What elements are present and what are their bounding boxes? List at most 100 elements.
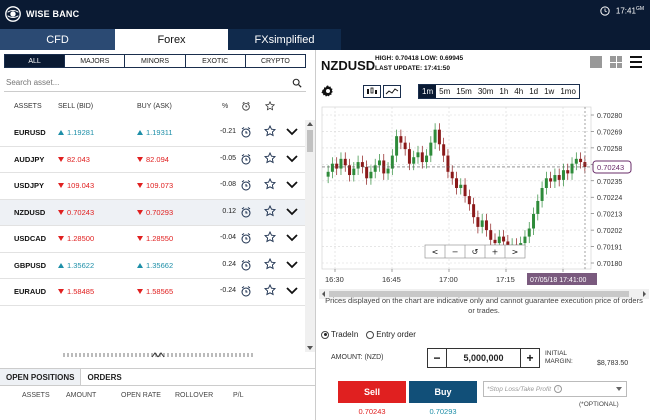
gear-icon[interactable] [321,84,335,98]
stop-loss-take-profit-select[interactable]: *Stop Loss/Take Profit i [483,381,627,397]
timeframe-1d[interactable]: 1d [526,85,541,98]
price-chart[interactable]: 0.702800.702690.702580.702470.702350.702… [319,105,649,301]
star-icon[interactable] [264,125,276,137]
alarm-clock-icon[interactable] [240,179,252,191]
chart-svg[interactable]: 0.702800.702690.702580.702470.702350.702… [319,105,649,301]
decrease-amount-button[interactable]: − [428,349,446,367]
tab-fxsimplified[interactable]: FXsimplified [228,29,341,50]
table-row[interactable]: USDJPY 109.043 109.073 -0.08 [0,173,305,200]
buy-price-cell[interactable]: 82.094 [137,155,169,164]
buy-price-cell[interactable]: 109.073 [137,181,173,190]
category-crypto[interactable]: CRYPTO [246,55,305,67]
sell-price-cell[interactable]: 0.70243 [58,208,94,217]
search-icon[interactable] [292,78,302,88]
candle-body [365,166,369,179]
sell-price-cell[interactable]: 1.35622 [58,261,94,270]
chevron-down-icon[interactable] [286,232,298,242]
candle-body [433,129,437,143]
star-icon[interactable] [264,284,276,296]
timeframe-1m[interactable]: 1m [419,85,437,98]
sell-button[interactable]: Sell [338,381,406,403]
timeframe-30m[interactable]: 30m [475,85,497,98]
timeframe-5m[interactable]: 5m [436,85,453,98]
zoom-out-button[interactable]: − [452,248,459,257]
x-tick-label: 16:30 [325,275,344,284]
amount-input[interactable]: 5,000,000 [446,349,521,367]
scroll-right-button[interactable]: > [512,248,519,257]
buy-price-cell[interactable]: 0.70293 [137,208,173,217]
alarm-clock-icon[interactable] [240,126,252,138]
alarm-clock-icon[interactable] [240,153,252,165]
alarm-clock-icon[interactable] [240,232,252,244]
alarm-clock-icon[interactable] [240,285,252,297]
single-layout-icon[interactable] [590,56,602,68]
change-percent: -0.08 [220,181,236,188]
info-icon[interactable]: i [554,385,563,393]
timeframe-4h[interactable]: 4h [511,85,526,98]
alarm-clock-icon[interactable] [240,206,252,218]
sell-price-cell[interactable]: 82.043 [58,155,90,164]
search-input[interactable] [6,78,292,87]
tab-open-positions[interactable]: OPEN POSITIONS [0,369,82,385]
buy-price-cell[interactable]: 1.35662 [137,261,173,270]
reset-zoom-button[interactable]: ↺ [472,248,479,257]
sell-price-cell[interactable]: 1.28500 [58,234,94,243]
collapse-chevron-icon[interactable] [151,352,165,358]
menu-icon[interactable] [630,56,642,68]
category-exotic[interactable]: EXOTIC [186,55,246,67]
buy-price-cell[interactable]: 1.19311 [137,128,173,137]
star-icon[interactable] [264,178,276,190]
sell-value: 1.28500 [67,234,95,243]
candle-body [429,142,433,156]
brand-logo[interactable]: WISE BANC [4,5,79,23]
timeframe-15m[interactable]: 15m [453,85,475,98]
sell-price-cell[interactable]: 1.19281 [58,128,94,137]
sell-price-cell[interactable]: 1.58485 [58,287,94,296]
grid-layout-icon[interactable] [610,56,622,68]
increase-amount-button[interactable]: + [521,349,539,367]
radio-entry-order[interactable]: Entry order [366,330,416,339]
timeframe-1h[interactable]: 1h [496,85,511,98]
category-minors[interactable]: MINORS [125,55,186,67]
star-icon[interactable] [264,257,276,270]
timeframe-1w[interactable]: 1w [541,85,557,98]
candlestick-chart-button[interactable] [363,85,381,98]
timeframe-1mo[interactable]: 1mo [557,85,579,98]
alarm-clock-icon[interactable] [240,259,252,271]
chevron-down-icon[interactable] [286,153,298,163]
star-icon[interactable] [264,231,276,243]
candle-body [395,136,399,156]
category-all[interactable]: ALL [5,55,66,67]
buy-price-cell[interactable]: 1.58565 [137,287,173,296]
chevron-down-icon[interactable] [286,126,298,136]
table-row[interactable]: EURUSD 1.19281 1.19311 -0.21 [0,120,305,147]
star-icon[interactable] [264,204,276,217]
tab-orders[interactable]: ORDERS [81,369,127,385]
arrow-down-icon [58,209,64,215]
candle-body [369,171,373,179]
chevron-down-icon[interactable] [286,285,298,295]
radio-tradein[interactable]: TradeIn [321,330,358,339]
star-icon[interactable] [264,151,276,164]
chevron-down-icon[interactable] [286,179,298,189]
panel-splitter[interactable] [0,350,316,360]
zoom-in-button[interactable]: + [492,248,499,257]
buy-button[interactable]: Buy [409,381,477,403]
sell-price-cell[interactable]: 109.043 [58,181,94,190]
chevron-down-icon[interactable] [286,206,298,216]
optional-note: (*OPTIONAL) [579,401,619,408]
line-chart-button[interactable] [383,85,401,98]
table-row[interactable]: EURAUD 1.58485 1.58565 -0.24 [0,279,305,306]
scroll-left-button[interactable]: < [432,248,439,257]
tab-cfd[interactable]: CFD [0,29,115,50]
table-row[interactable]: GBPUSD 1.35622 1.35662 0.24 [0,253,305,279]
buy-price-cell[interactable]: 1.28550 [137,234,173,243]
arrow-down-icon [137,209,143,215]
table-row[interactable]: USDCAD 1.28500 1.28550 -0.04 [0,226,305,253]
asset-list-scrollbar[interactable] [305,120,315,352]
table-row[interactable]: NZDUSD 0.70243 0.70293 0.12 [0,199,305,226]
chevron-down-icon[interactable] [286,259,298,269]
table-row[interactable]: AUDJPY 82.043 82.094 -0.05 [0,147,305,173]
tab-forex[interactable]: Forex [115,29,228,50]
category-majors[interactable]: MAJORS [65,55,126,67]
